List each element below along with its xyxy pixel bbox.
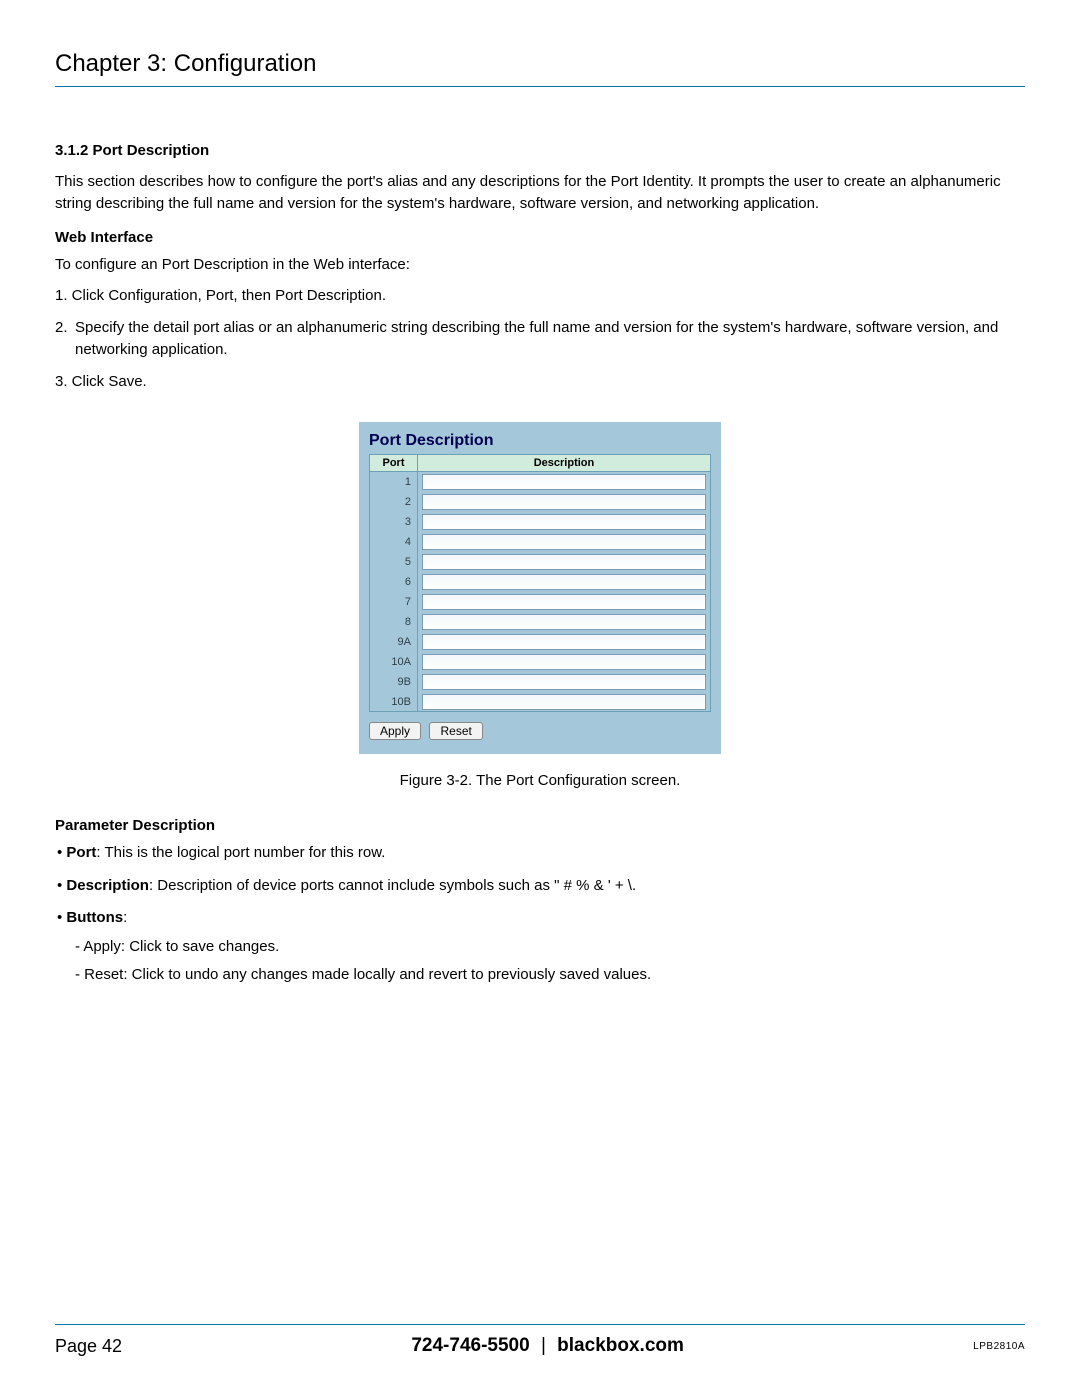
table-row: 10A — [370, 652, 711, 672]
description-cell — [418, 672, 711, 692]
param-reset: - Reset: Click to undo any changes made … — [75, 964, 1025, 987]
table-row: 5 — [370, 552, 711, 572]
description-cell — [418, 572, 711, 592]
table-row: 9B — [370, 672, 711, 692]
port-number: 7 — [370, 592, 418, 612]
port-description-table: Port Description 123456789A10A9B10B — [369, 454, 711, 712]
section-heading: 3.1.2 Port Description — [55, 142, 1025, 159]
port-number: 9B — [370, 672, 418, 692]
figure-caption: Figure 3-2. The Port Configuration scree… — [359, 772, 721, 789]
description-input[interactable] — [422, 514, 706, 530]
description-cell — [418, 612, 711, 632]
port-number: 3 — [370, 512, 418, 532]
port-number: 2 — [370, 492, 418, 512]
table-row: 3 — [370, 512, 711, 532]
table-row: 8 — [370, 612, 711, 632]
description-input[interactable] — [422, 474, 706, 490]
description-cell — [418, 632, 711, 652]
param-port: • Port: This is the logical port number … — [57, 842, 1025, 865]
port-number: 1 — [370, 472, 418, 492]
description-cell — [418, 692, 711, 712]
table-row: 10B — [370, 692, 711, 712]
port-number: 6 — [370, 572, 418, 592]
parameter-list: • Port: This is the logical port number … — [57, 842, 1025, 987]
description-cell — [418, 652, 711, 672]
step-3: 3. Click Save. — [55, 371, 1025, 393]
port-number: 4 — [370, 532, 418, 552]
description-input[interactable] — [422, 634, 706, 650]
description-cell — [418, 592, 711, 612]
description-input[interactable] — [422, 654, 706, 670]
param-description: • Description: Description of device por… — [57, 875, 1025, 898]
footer-page: Page 42 — [55, 1336, 122, 1357]
web-interface-heading: Web Interface — [55, 229, 1025, 246]
description-input[interactable] — [422, 554, 706, 570]
param-buttons: • Buttons: - Apply: Click to save change… — [57, 907, 1025, 987]
param-apply: - Apply: Click to save changes. — [75, 936, 1025, 959]
col-description: Description — [418, 455, 711, 472]
footer-center: 724-746-5500 | blackbox.com — [122, 1335, 973, 1357]
port-number: 10A — [370, 652, 418, 672]
description-input[interactable] — [422, 594, 706, 610]
reset-button[interactable]: Reset — [429, 722, 482, 740]
description-input[interactable] — [422, 494, 706, 510]
table-row: 4 — [370, 532, 711, 552]
apply-button[interactable]: Apply — [369, 722, 421, 740]
description-input[interactable] — [422, 534, 706, 550]
port-number: 10B — [370, 692, 418, 712]
chapter-title: Chapter 3: Configuration — [55, 50, 1025, 87]
description-input[interactable] — [422, 694, 706, 710]
port-description-panel: Port Description Port Description 123456… — [359, 422, 721, 754]
panel-title: Port Description — [369, 432, 711, 450]
page-footer: Page 42 724-746-5500 | blackbox.com LPB2… — [55, 1324, 1025, 1357]
web-intro: To configure an Port Description in the … — [55, 254, 1025, 276]
description-cell — [418, 512, 711, 532]
parameter-heading: Parameter Description — [55, 817, 1025, 834]
description-cell — [418, 472, 711, 492]
table-row: 2 — [370, 492, 711, 512]
description-cell — [418, 532, 711, 552]
col-port: Port — [370, 455, 418, 472]
port-number: 8 — [370, 612, 418, 632]
step-2: 2. Specify the detail port alias or an a… — [55, 317, 1025, 361]
footer-code: LPB2810A — [973, 1341, 1025, 1352]
table-row: 7 — [370, 592, 711, 612]
port-number: 9A — [370, 632, 418, 652]
table-row: 1 — [370, 472, 711, 492]
description-input[interactable] — [422, 574, 706, 590]
intro-paragraph: This section describes how to configure … — [55, 171, 1025, 215]
step-1: 1. Click Configuration, Port, then Port … — [55, 285, 1025, 307]
description-cell — [418, 552, 711, 572]
description-cell — [418, 492, 711, 512]
port-number: 5 — [370, 552, 418, 572]
description-input[interactable] — [422, 674, 706, 690]
table-row: 9A — [370, 632, 711, 652]
figure-container: Port Description Port Description 123456… — [359, 422, 721, 789]
description-input[interactable] — [422, 614, 706, 630]
table-row: 6 — [370, 572, 711, 592]
